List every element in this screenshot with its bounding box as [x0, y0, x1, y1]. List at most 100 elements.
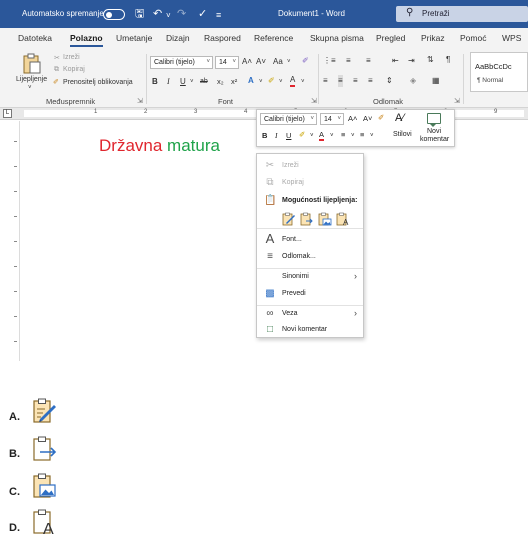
numbering-icon[interactable]: ≡	[346, 55, 351, 67]
paste-picture-icon[interactable]	[318, 212, 332, 226]
copy-icon[interactable]: ⧉	[54, 66, 59, 74]
multilevel-list-icon[interactable]: ≡	[366, 55, 371, 67]
tab-pomoc[interactable]: Pomoć	[460, 33, 486, 43]
align-right-icon[interactable]: ≡	[353, 75, 358, 87]
mini-grow-font-button[interactable]: A˄	[348, 114, 357, 124]
decrease-indent-icon[interactable]: ⇤	[392, 55, 399, 67]
copy-button[interactable]: Kopiraj	[63, 66, 85, 73]
paste-merge-formatting-icon[interactable]	[31, 435, 59, 463]
strikethrough-button[interactable]: ab	[200, 76, 208, 88]
bullets-icon[interactable]: ⋮≡	[323, 55, 336, 67]
menu-item-link[interactable]: ∞ Veza ›	[257, 307, 363, 321]
paste-icon[interactable]	[22, 53, 42, 75]
new-comment-icon[interactable]	[427, 113, 441, 127]
format-painter-button[interactable]: Prenositelj oblikovanja	[63, 79, 133, 86]
justify-icon[interactable]: ≡	[368, 75, 373, 87]
clear-formatting-icon[interactable]: ✐	[302, 55, 309, 67]
show-formatting-icon[interactable]: ¶	[446, 54, 450, 66]
save-icon[interactable]: 🖫	[135, 7, 144, 21]
mini-bullets-icon[interactable]: ≡	[341, 130, 345, 140]
shading-icon[interactable]: ◈	[410, 75, 416, 87]
mini-underline-button[interactable]: U	[286, 131, 291, 141]
borders-icon[interactable]: ▦	[432, 75, 440, 87]
mini-font-name-combo[interactable]: Calibri (tijelo) ˅	[260, 113, 317, 125]
search-box[interactable]: ⚲ Pretraži	[396, 6, 528, 22]
mini-bold-button[interactable]: B	[262, 131, 267, 141]
line-spacing-icon[interactable]: ⇕	[386, 75, 393, 87]
italic-button[interactable]: I	[167, 76, 170, 88]
mini-font-color-icon[interactable]: A	[319, 130, 325, 141]
cut-icon[interactable]: ✂	[54, 54, 60, 62]
new-comment-label-2[interactable]: komentar	[420, 135, 449, 145]
shrink-font-button[interactable]: A˅	[256, 56, 266, 68]
spelling-icon[interactable]: ✓	[198, 7, 207, 21]
tab-polazno[interactable]: Polazno	[70, 33, 103, 47]
grow-font-button[interactable]: A˄	[242, 56, 252, 68]
menu-item-cut[interactable]: ✂ Izreži	[257, 159, 363, 173]
mini-shrink-font-button[interactable]: A˅	[363, 114, 372, 124]
paste-keep-source-formatting-icon[interactable]	[282, 212, 296, 226]
undo-dropdown-icon[interactable]: ˅	[166, 9, 171, 23]
menu-item-font[interactable]: A Font...	[257, 232, 363, 247]
tab-reference[interactable]: Reference	[254, 33, 293, 43]
chevron-down-icon[interactable]: ˅	[279, 76, 283, 88]
redo-icon[interactable]: ↷	[177, 7, 186, 21]
mini-styles-icon[interactable]: A⁄	[395, 113, 404, 124]
text-effects-icon[interactable]: A	[248, 75, 254, 87]
superscript-button[interactable]: x²	[231, 76, 237, 88]
mini-font-size-combo[interactable]: 14 ˅	[320, 113, 344, 125]
customize-toolbar-icon[interactable]: ≡	[216, 8, 221, 22]
tab-datoteka[interactable]: Datoteka	[18, 33, 52, 43]
chevron-down-icon[interactable]: ˅	[259, 76, 263, 88]
tab-wps[interactable]: WPS	[502, 33, 521, 43]
undo-icon[interactable]: ↶	[153, 7, 162, 21]
tab-skupna-pisma[interactable]: Skupna pisma	[310, 33, 364, 43]
menu-item-paragraph[interactable]: ≡ Odlomak...	[257, 250, 363, 264]
menu-item-synonyms[interactable]: Sinonimi ›	[257, 270, 363, 284]
mini-styles-button[interactable]: Stilovi	[393, 130, 412, 140]
tab-pregled[interactable]: Pregled	[376, 33, 405, 43]
menu-item-new-comment[interactable]: □ Novi komentar	[257, 323, 363, 337]
chevron-down-icon[interactable]: ˅	[287, 56, 291, 68]
paste-text-only-icon[interactable]: A	[31, 508, 59, 536]
document-text[interactable]: Državna matura	[99, 136, 220, 156]
highlight-icon[interactable]: ✐	[268, 75, 275, 87]
font-color-icon[interactable]: A	[290, 75, 296, 87]
tab-stop-selector[interactable]: L	[3, 109, 12, 118]
word-matura[interactable]: matura	[167, 136, 220, 155]
tab-prikaz[interactable]: Prikaz	[421, 33, 445, 43]
word-drzavna[interactable]: Državna	[99, 136, 162, 155]
font-name-combo[interactable]: Calibri (tijelo) ˅	[150, 56, 213, 69]
menu-item-copy[interactable]: ⧉ Kopiraj	[257, 176, 363, 190]
chevron-down-icon[interactable]: ˅	[351, 131, 355, 141]
mini-format-painter-icon[interactable]: ✐	[378, 113, 384, 123]
change-case-button[interactable]: Aa	[273, 56, 283, 68]
tab-raspored[interactable]: Raspored	[204, 33, 241, 43]
chevron-down-icon[interactable]: ˅	[190, 76, 194, 88]
paste-picture-icon[interactable]	[31, 472, 59, 500]
chevron-down-icon[interactable]: ˅	[330, 131, 334, 141]
menu-item-translate[interactable]: ▩ Prevedi	[257, 287, 363, 301]
paste-dropdown-icon[interactable]: ˅	[28, 85, 32, 91]
subscript-button[interactable]: x₂	[217, 76, 224, 88]
mini-highlight-icon[interactable]: ✐	[299, 130, 305, 140]
underline-button[interactable]: U	[180, 76, 186, 88]
chevron-down-icon[interactable]: ˅	[301, 76, 305, 88]
font-size-combo[interactable]: 14 ˅	[215, 56, 239, 69]
chevron-down-icon[interactable]: ˅	[310, 131, 314, 141]
bold-button[interactable]: B	[152, 76, 158, 88]
mini-italic-button[interactable]: I	[275, 131, 278, 141]
clipboard-launcher-icon[interactable]: ⇲	[137, 97, 143, 105]
sort-icon[interactable]: ⇅	[427, 54, 434, 66]
mini-numbering-icon[interactable]: ≡	[360, 130, 364, 140]
paragraph-launcher-icon[interactable]: ⇲	[454, 97, 460, 105]
tab-umetanje[interactable]: Umetanje	[116, 33, 152, 43]
autosave-toggle[interactable]	[103, 9, 125, 20]
styles-gallery[interactable]: AaBbCcDc ¶ Normal	[470, 52, 528, 92]
paste-button[interactable]: Lijepljenje	[16, 76, 47, 83]
increase-indent-icon[interactable]: ⇥	[408, 55, 415, 67]
font-launcher-icon[interactable]: ⇲	[311, 97, 317, 105]
paste-merge-formatting-icon[interactable]	[300, 212, 314, 226]
chevron-down-icon[interactable]: ˅	[370, 131, 374, 141]
paste-keep-source-formatting-icon[interactable]	[31, 397, 59, 425]
